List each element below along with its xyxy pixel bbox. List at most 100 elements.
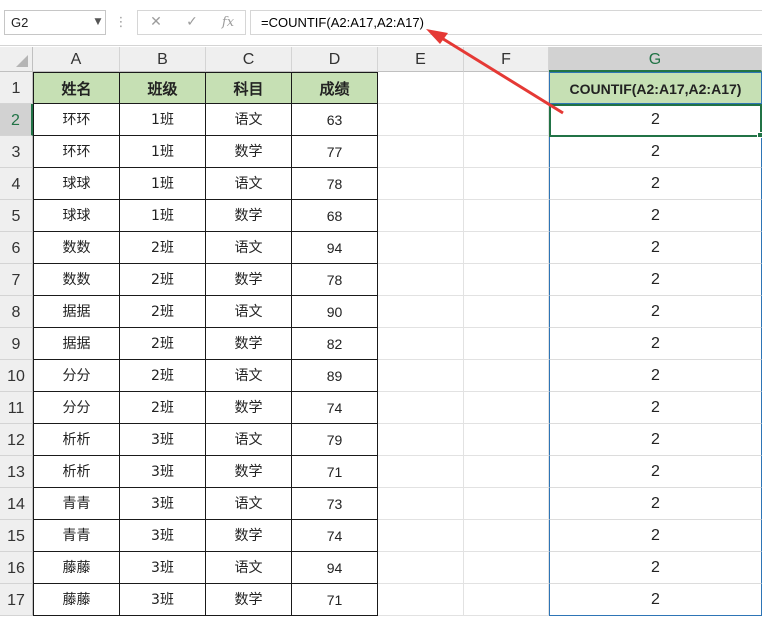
cell-c13[interactable]: 数学 <box>206 456 292 488</box>
cell-g10[interactable]: 2 <box>549 360 762 392</box>
cell-e15[interactable] <box>378 520 464 552</box>
column-header-e[interactable]: E <box>378 47 464 72</box>
cell-f8[interactable] <box>464 296 549 328</box>
cell-c14[interactable]: 语文 <box>206 488 292 520</box>
cell-c10[interactable]: 语文 <box>206 360 292 392</box>
cell-b9[interactable]: 2班 <box>120 328 206 360</box>
cell-a8[interactable]: 据据 <box>33 296 120 328</box>
cell-f17[interactable] <box>464 584 549 616</box>
row-header-11[interactable]: 11 <box>0 392 33 424</box>
cell-d1[interactable]: 成绩 <box>292 72 378 104</box>
cell-d12[interactable]: 79 <box>292 424 378 456</box>
cell-a16[interactable]: 藤藤 <box>33 552 120 584</box>
row-header-17[interactable]: 17 <box>0 584 33 616</box>
cell-d3[interactable]: 77 <box>292 136 378 168</box>
row-header-2[interactable]: 2 <box>0 104 33 136</box>
cell-a15[interactable]: 青青 <box>33 520 120 552</box>
cell-f9[interactable] <box>464 328 549 360</box>
cell-b7[interactable]: 2班 <box>120 264 206 296</box>
cell-d2[interactable]: 63 <box>292 104 378 136</box>
cell-f6[interactable] <box>464 232 549 264</box>
cell-f14[interactable] <box>464 488 549 520</box>
cell-e11[interactable] <box>378 392 464 424</box>
cell-d13[interactable]: 71 <box>292 456 378 488</box>
cancel-icon[interactable]: ✕ <box>138 11 174 34</box>
cell-a7[interactable]: 数数 <box>33 264 120 296</box>
cell-a5[interactable]: 球球 <box>33 200 120 232</box>
row-header-14[interactable]: 14 <box>0 488 33 520</box>
cell-e5[interactable] <box>378 200 464 232</box>
row-header-13[interactable]: 13 <box>0 456 33 488</box>
cell-c2[interactable]: 语文 <box>206 104 292 136</box>
cell-b10[interactable]: 2班 <box>120 360 206 392</box>
cell-c12[interactable]: 语文 <box>206 424 292 456</box>
cell-d8[interactable]: 90 <box>292 296 378 328</box>
cell-b14[interactable]: 3班 <box>120 488 206 520</box>
cell-b15[interactable]: 3班 <box>120 520 206 552</box>
cell-c7[interactable]: 数学 <box>206 264 292 296</box>
enter-icon[interactable]: ✓ <box>174 11 210 34</box>
cell-a1[interactable]: 姓名 <box>33 72 120 104</box>
row-header-6[interactable]: 6 <box>0 232 33 264</box>
row-header-7[interactable]: 7 <box>0 264 33 296</box>
column-header-f[interactable]: F <box>464 47 549 72</box>
row-header-8[interactable]: 8 <box>0 296 33 328</box>
cell-g13[interactable]: 2 <box>549 456 762 488</box>
cell-e12[interactable] <box>378 424 464 456</box>
cell-e10[interactable] <box>378 360 464 392</box>
row-header-9[interactable]: 9 <box>0 328 33 360</box>
cell-b11[interactable]: 2班 <box>120 392 206 424</box>
cell-d5[interactable]: 68 <box>292 200 378 232</box>
cell-b13[interactable]: 3班 <box>120 456 206 488</box>
cell-e16[interactable] <box>378 552 464 584</box>
cell-c5[interactable]: 数学 <box>206 200 292 232</box>
cell-g14[interactable]: 2 <box>549 488 762 520</box>
cell-a17[interactable]: 藤藤 <box>33 584 120 616</box>
cell-c9[interactable]: 数学 <box>206 328 292 360</box>
cell-e14[interactable] <box>378 488 464 520</box>
row-header-5[interactable]: 5 <box>0 200 33 232</box>
cell-d10[interactable]: 89 <box>292 360 378 392</box>
cell-e6[interactable] <box>378 232 464 264</box>
insert-function-icon[interactable]: fx <box>210 11 246 34</box>
cell-e2[interactable] <box>378 104 464 136</box>
cell-g7[interactable]: 2 <box>549 264 762 296</box>
cell-a12[interactable]: 析析 <box>33 424 120 456</box>
cell-f11[interactable] <box>464 392 549 424</box>
row-header-4[interactable]: 4 <box>0 168 33 200</box>
cell-g15[interactable]: 2 <box>549 520 762 552</box>
cell-b3[interactable]: 1班 <box>120 136 206 168</box>
cell-b2[interactable]: 1班 <box>120 104 206 136</box>
cell-a4[interactable]: 球球 <box>33 168 120 200</box>
cell-d4[interactable]: 78 <box>292 168 378 200</box>
cell-e7[interactable] <box>378 264 464 296</box>
cell-e8[interactable] <box>378 296 464 328</box>
cell-d14[interactable]: 73 <box>292 488 378 520</box>
cell-c17[interactable]: 数学 <box>206 584 292 616</box>
cell-c6[interactable]: 语文 <box>206 232 292 264</box>
cell-b4[interactable]: 1班 <box>120 168 206 200</box>
cell-a13[interactable]: 析析 <box>33 456 120 488</box>
row-header-15[interactable]: 15 <box>0 520 33 552</box>
cell-g11[interactable]: 2 <box>549 392 762 424</box>
row-header-1[interactable]: 1 <box>0 72 33 104</box>
cell-f1[interactable] <box>464 72 549 104</box>
cell-b8[interactable]: 2班 <box>120 296 206 328</box>
result-column-header[interactable]: COUNTIF(A2:A17,A2:A17) <box>549 72 762 104</box>
cell-c3[interactable]: 数学 <box>206 136 292 168</box>
cell-c1[interactable]: 科目 <box>206 72 292 104</box>
name-box-dropdown-icon[interactable]: ▼ <box>91 10 105 35</box>
row-header-16[interactable]: 16 <box>0 552 33 584</box>
cell-b6[interactable]: 2班 <box>120 232 206 264</box>
cell-b5[interactable]: 1班 <box>120 200 206 232</box>
row-header-10[interactable]: 10 <box>0 360 33 392</box>
cell-f5[interactable] <box>464 200 549 232</box>
cell-f10[interactable] <box>464 360 549 392</box>
formula-input[interactable]: =COUNTIF(A2:A17,A2:A17) <box>250 10 762 35</box>
cell-f7[interactable] <box>464 264 549 296</box>
cell-d6[interactable]: 94 <box>292 232 378 264</box>
cell-a3[interactable]: 环环 <box>33 136 120 168</box>
cell-g6[interactable]: 2 <box>549 232 762 264</box>
cell-f4[interactable] <box>464 168 549 200</box>
cell-c8[interactable]: 语文 <box>206 296 292 328</box>
